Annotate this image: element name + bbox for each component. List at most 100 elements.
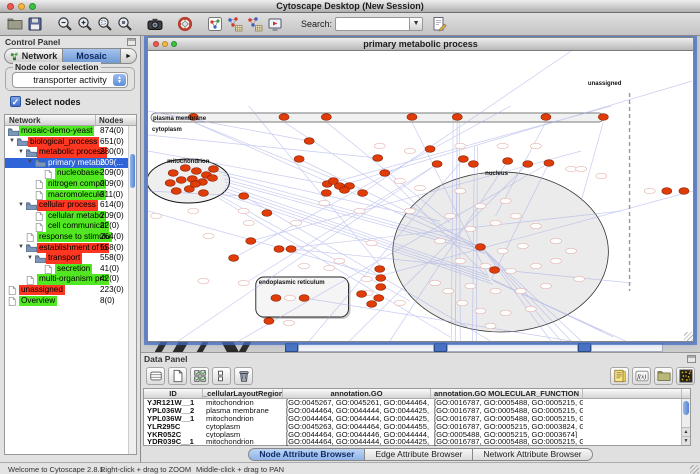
import-attributes-icon bbox=[657, 369, 671, 383]
float-panel-icon[interactable] bbox=[687, 355, 696, 363]
select-nodes-checkbox[interactable]: ✓ bbox=[10, 96, 21, 107]
tree-row-establishment-of-lo[interactable]: ▼establishment of lo558(0) bbox=[5, 243, 136, 254]
heatmap-button[interactable] bbox=[676, 367, 695, 385]
zoom-fit-button[interactable] bbox=[115, 14, 135, 34]
folder-icon bbox=[35, 159, 46, 167]
background-window-fragment[interactable] bbox=[578, 343, 591, 352]
annotation-tool-2-icon bbox=[247, 16, 263, 32]
table-column-header[interactable]: annotation.GO MOLECULAR_FUNCTION bbox=[431, 389, 583, 398]
scroll-down-arrow-icon[interactable]: ▼ bbox=[682, 436, 690, 445]
node-color-dropdown[interactable]: transporter activity ▲▼ bbox=[12, 72, 128, 88]
app-resize-grip[interactable] bbox=[690, 465, 699, 474]
open-file-button[interactable] bbox=[5, 14, 25, 34]
table-row[interactable]: YPL036W__1mitochondrion[GO:0044464, GO:0… bbox=[144, 415, 690, 423]
region-label: plasma membrane bbox=[153, 116, 207, 122]
tree-row-cellular-process[interactable]: ▼cellular process614(0) bbox=[5, 200, 136, 211]
search-settings-button[interactable] bbox=[429, 14, 449, 34]
table-cell: [GO:0044464, GO:0044444, GO:0044425, G..… bbox=[283, 438, 431, 446]
tree-row-multi-organism-pro[interactable]: multi-organism pro42(0) bbox=[5, 274, 136, 285]
tree-row-cell-communicat[interactable]: cell communicat22(0) bbox=[5, 221, 136, 232]
tree-row-node-count: 558(0) bbox=[100, 253, 124, 263]
table-row[interactable]: YLR295Ccytoplasm[GO:0045263, GO:0044464,… bbox=[144, 423, 690, 431]
network-canvas[interactable]: plasma membranecytoplasmmitochondrionnuc… bbox=[148, 51, 693, 341]
attribute-list-button[interactable] bbox=[610, 367, 629, 385]
tree-row-nitrogen-compo[interactable]: nitrogen compo209(0) bbox=[5, 179, 136, 190]
table-scrollbar[interactable]: ▲ ▼ bbox=[681, 399, 690, 445]
tree-row-nucleobase-[interactable]: nucleobase-209(0) bbox=[5, 168, 136, 179]
tree-column-network[interactable]: Network bbox=[5, 115, 96, 125]
tree-row-metabolic-process[interactable]: ▼metabolic process280(0) bbox=[5, 147, 136, 158]
table-cell: cytoplasm bbox=[203, 431, 283, 439]
search-input[interactable] bbox=[335, 17, 409, 31]
tree-expander-icon[interactable]: ▼ bbox=[27, 159, 33, 165]
tree-expander-icon[interactable]: ▼ bbox=[9, 138, 15, 144]
tree-row-transport[interactable]: ▼transport558(0) bbox=[5, 253, 136, 264]
select-all-attributes-button[interactable] bbox=[190, 367, 209, 385]
tree-expander-icon[interactable]: ▼ bbox=[18, 244, 24, 250]
tree-row-response-to-stimulu[interactable]: response to stimulu264(0) bbox=[5, 232, 136, 243]
background-window-fragment[interactable] bbox=[285, 343, 298, 352]
tree-row-label: cellular process bbox=[37, 200, 98, 210]
tree-expander-icon[interactable]: ▼ bbox=[27, 255, 33, 261]
tree-row-mosaic-demo-yeast[interactable]: mosaic-demo-yeast874(0) bbox=[5, 126, 136, 137]
scroll-up-arrow-icon[interactable]: ▲ bbox=[682, 427, 690, 436]
tab-network-attribute-browser[interactable]: Network Attribute Browser bbox=[473, 448, 592, 461]
table-row[interactable]: YKR052Ccytoplasm[GO:0044464, GO:0044446,… bbox=[144, 431, 690, 439]
search-dropdown-arrow-icon[interactable]: ▼ bbox=[409, 17, 423, 31]
annotation-tool-2-button[interactable] bbox=[245, 14, 265, 34]
tab-node-attribute-browser[interactable]: Node Attribute Browser bbox=[248, 448, 365, 461]
snapshot-button[interactable] bbox=[145, 14, 165, 34]
table-row[interactable]: YJR121W__1mitochondrion[GO:0045267, GO:0… bbox=[144, 399, 690, 407]
tree-row-macromolecule[interactable]: macromolecule311(0) bbox=[5, 190, 136, 201]
table-row[interactable]: YPL036W__2plasma membrane[GO:0044464, GO… bbox=[144, 407, 690, 415]
tree-row-secretion[interactable]: secretion41(0) bbox=[5, 264, 136, 275]
table-scrollbar-thumb[interactable] bbox=[683, 401, 689, 415]
table-column-header[interactable]: _cellularLayoutRegion bbox=[203, 389, 283, 398]
tab-network[interactable]: Network bbox=[5, 49, 62, 63]
table-row[interactable]: YDR039C__1mitochondrion[GO:0044464, GO:0… bbox=[144, 438, 690, 446]
table-column-header[interactable] bbox=[583, 389, 682, 398]
zoom-in-button[interactable] bbox=[75, 14, 95, 34]
tree-row-overview[interactable]: Overview8(0) bbox=[5, 296, 136, 307]
table-column-header[interactable]: annotation.GO CELLULAR_COMPONENT bbox=[283, 389, 431, 398]
tree-row-biological-process[interactable]: ▼biological_process651(0) bbox=[5, 137, 136, 148]
network-window-titlebar[interactable]: primary metabolic process bbox=[148, 38, 693, 51]
tree-column-nodes[interactable]: Nodes bbox=[96, 115, 136, 125]
background-window-fragment[interactable] bbox=[447, 343, 578, 352]
attribute-create-button[interactable] bbox=[168, 367, 187, 385]
table-cell: YJR121W__1 bbox=[144, 399, 203, 407]
table-cell: [GO:0016787, GO:0005488, GO:0005215, G..… bbox=[431, 399, 583, 407]
attribute-delete-button[interactable] bbox=[234, 367, 253, 385]
background-window-fragment[interactable] bbox=[591, 343, 663, 352]
annotation-tool-1-button[interactable] bbox=[225, 14, 245, 34]
tree-expander-icon[interactable]: ▼ bbox=[18, 202, 24, 208]
tab-edge-attribute-browser[interactable]: Edge Attribute Browser bbox=[365, 448, 473, 461]
save-session-button[interactable] bbox=[25, 14, 45, 34]
network-window-title: primary metabolic process bbox=[148, 38, 693, 50]
tree-scrollbar-thumb[interactable] bbox=[130, 154, 135, 188]
tree-expander-icon[interactable]: ▼ bbox=[18, 149, 24, 155]
zoom-out-button[interactable] bbox=[55, 14, 75, 34]
tree-row-unassigned[interactable]: unassigned223(0) bbox=[5, 285, 136, 296]
zoom-selected-button[interactable] bbox=[95, 14, 115, 34]
help-button[interactable] bbox=[175, 14, 195, 34]
plasma-membrane-region[interactable] bbox=[151, 113, 603, 122]
window-resize-grip[interactable] bbox=[684, 332, 693, 341]
folder-icon bbox=[17, 138, 28, 146]
network-view-manager-button[interactable] bbox=[205, 14, 225, 34]
vizmapper-button[interactable] bbox=[265, 14, 285, 34]
function-builder-button[interactable]: f(x) bbox=[632, 367, 651, 385]
background-window-fragment[interactable] bbox=[434, 343, 447, 352]
attribute-select-button[interactable] bbox=[146, 367, 165, 385]
background-window-fragment[interactable] bbox=[298, 343, 434, 352]
float-panel-icon[interactable] bbox=[127, 38, 136, 46]
tab-mosaic[interactable]: Mosaic bbox=[62, 49, 121, 63]
tree-row-primary-metabo[interactable]: ▼primary metabo209(... bbox=[5, 158, 136, 169]
region-label: nucleus bbox=[485, 171, 508, 177]
tree-row-cellular-metabo[interactable]: cellular metabo209(0) bbox=[5, 211, 136, 222]
tab-overflow-arrow-icon[interactable]: ► bbox=[121, 49, 136, 63]
table-column-header[interactable]: ID bbox=[144, 389, 203, 398]
tree-scrollbar[interactable] bbox=[128, 126, 136, 454]
unselect-all-attributes-button[interactable] bbox=[212, 367, 231, 385]
import-attributes-button[interactable] bbox=[654, 367, 673, 385]
